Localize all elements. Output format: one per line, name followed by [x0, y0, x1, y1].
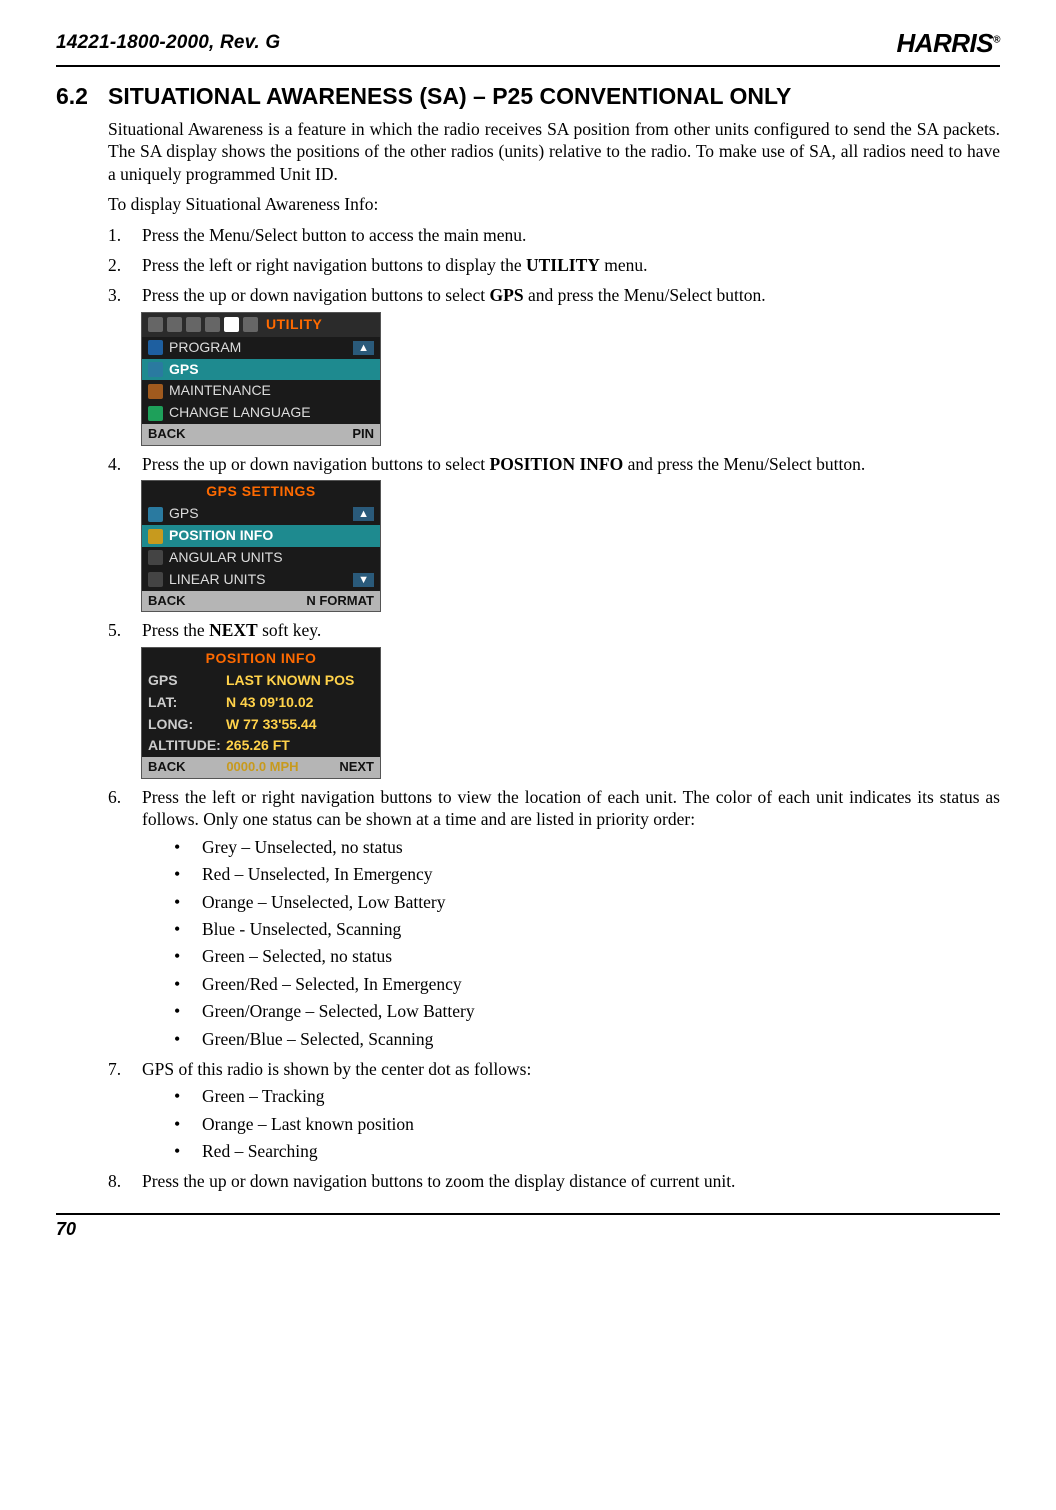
scroll-down-icon: ▼: [353, 573, 374, 587]
step-5: Press the NEXT soft key. POSITION INFO G…: [108, 619, 1000, 778]
scroll-up-icon: ▲: [353, 341, 374, 355]
menu-item: ANGULAR UNITS: [169, 549, 283, 567]
linear-icon: [148, 572, 163, 587]
menu-item-selected: GPS: [169, 361, 199, 379]
status-item: Green/Orange – Selected, Low Battery: [174, 1000, 1000, 1022]
field-label: ALTITUDE:: [148, 737, 220, 755]
status-item: Green/Red – Selected, In Emergency: [174, 973, 1000, 995]
step-2: Press the left or right navigation butto…: [108, 254, 1000, 276]
scroll-up-icon: ▲: [353, 507, 374, 521]
maintenance-icon: [148, 384, 163, 399]
tab-label: UTILITY: [266, 316, 322, 334]
softkey-next: NEXT: [339, 759, 374, 776]
status-item: Grey – Unselected, no status: [174, 836, 1000, 858]
menu-item: CHANGE LANGUAGE: [169, 404, 311, 422]
step-7: GPS of this radio is shown by the center…: [108, 1058, 1000, 1163]
screen-title: GPS SETTINGS: [142, 481, 380, 503]
tab-icon: [186, 317, 201, 332]
section-heading: 6.2SITUATIONAL AWARENESS (SA) – P25 CONV…: [56, 83, 1000, 110]
language-icon: [148, 406, 163, 421]
softkey-back: BACK: [148, 426, 186, 443]
harris-logo: HARRIS®: [896, 28, 1000, 59]
step-1: Press the Menu/Select button to access t…: [108, 224, 1000, 246]
field-label: LONG:: [148, 716, 220, 734]
status-item: Blue - Unselected, Scanning: [174, 918, 1000, 940]
status-item: Orange – Unselected, Low Battery: [174, 891, 1000, 913]
tab-icon: [205, 317, 220, 332]
gps-status-item: Green – Tracking: [174, 1085, 1000, 1107]
radio-screen-gps-settings: GPS SETTINGS GPS ▲ POSITION INFO ANGULAR …: [142, 481, 380, 611]
field-value: W 77 33'55.44: [226, 716, 317, 734]
gps-status-item: Red – Searching: [174, 1140, 1000, 1162]
program-icon: [148, 340, 163, 355]
tab-icon: [243, 317, 258, 332]
menu-item: LINEAR UNITS: [169, 571, 265, 589]
status-item: Red – Unselected, In Emergency: [174, 863, 1000, 885]
softkey-back: BACK: [148, 759, 186, 776]
field-label: LAT:: [148, 694, 220, 712]
position-icon: [148, 529, 163, 544]
field-value: LAST KNOWN POS: [226, 672, 354, 690]
field-value: 265.26 FT: [226, 737, 290, 755]
field-label: GPS: [148, 672, 220, 690]
menu-item: GPS: [169, 505, 199, 523]
screen-title: POSITION INFO: [142, 648, 380, 670]
document-id: 14221-1800-2000, Rev. G: [56, 32, 280, 54]
softkey-format: N FORMAT: [306, 593, 374, 610]
tab-icon-active: [224, 317, 239, 332]
intro-paragraph: Situational Awareness is a feature in wh…: [108, 118, 1000, 185]
menu-item-selected: POSITION INFO: [169, 527, 273, 545]
page-header: 14221-1800-2000, Rev. G HARRIS®: [56, 32, 1000, 67]
status-item: Green – Selected, no status: [174, 945, 1000, 967]
softkey-pin: PIN: [352, 426, 374, 443]
gps-icon: [148, 362, 163, 377]
section-number: 6.2: [56, 83, 108, 110]
page-footer: 70: [56, 1213, 1000, 1240]
radio-screen-position-info: POSITION INFO GPS LAST KNOWN POS LAT: N 43…: [142, 648, 380, 778]
step-8: Press the up or down navigation buttons …: [108, 1170, 1000, 1192]
softkey-back: BACK: [148, 593, 186, 610]
step-3: Press the up or down navigation buttons …: [108, 284, 1000, 445]
angular-icon: [148, 550, 163, 565]
gps-status-item: Orange – Last known position: [174, 1113, 1000, 1135]
section-title: SITUATIONAL AWARENESS (SA) – P25 CONVENT…: [108, 83, 791, 109]
radio-screen-utility: UTILITY PROGRAM ▲ GPS MAINTENANCE CHANGE …: [142, 313, 380, 445]
menu-item: MAINTENANCE: [169, 382, 271, 400]
status-item: Green/Blue – Selected, Scanning: [174, 1028, 1000, 1050]
tab-icon: [148, 317, 163, 332]
step-4: Press the up or down navigation buttons …: [108, 453, 1000, 612]
field-value: N 43 09'10.02: [226, 694, 313, 712]
step-6: Press the left or right navigation butto…: [108, 786, 1000, 1050]
tab-icon: [167, 317, 182, 332]
intro-lead: To display Situational Awareness Info:: [108, 193, 1000, 215]
page-number: 70: [56, 1219, 76, 1239]
speed-value: 0000.0 MPH: [226, 759, 298, 776]
menu-item: PROGRAM: [169, 339, 241, 357]
gps-icon: [148, 507, 163, 522]
